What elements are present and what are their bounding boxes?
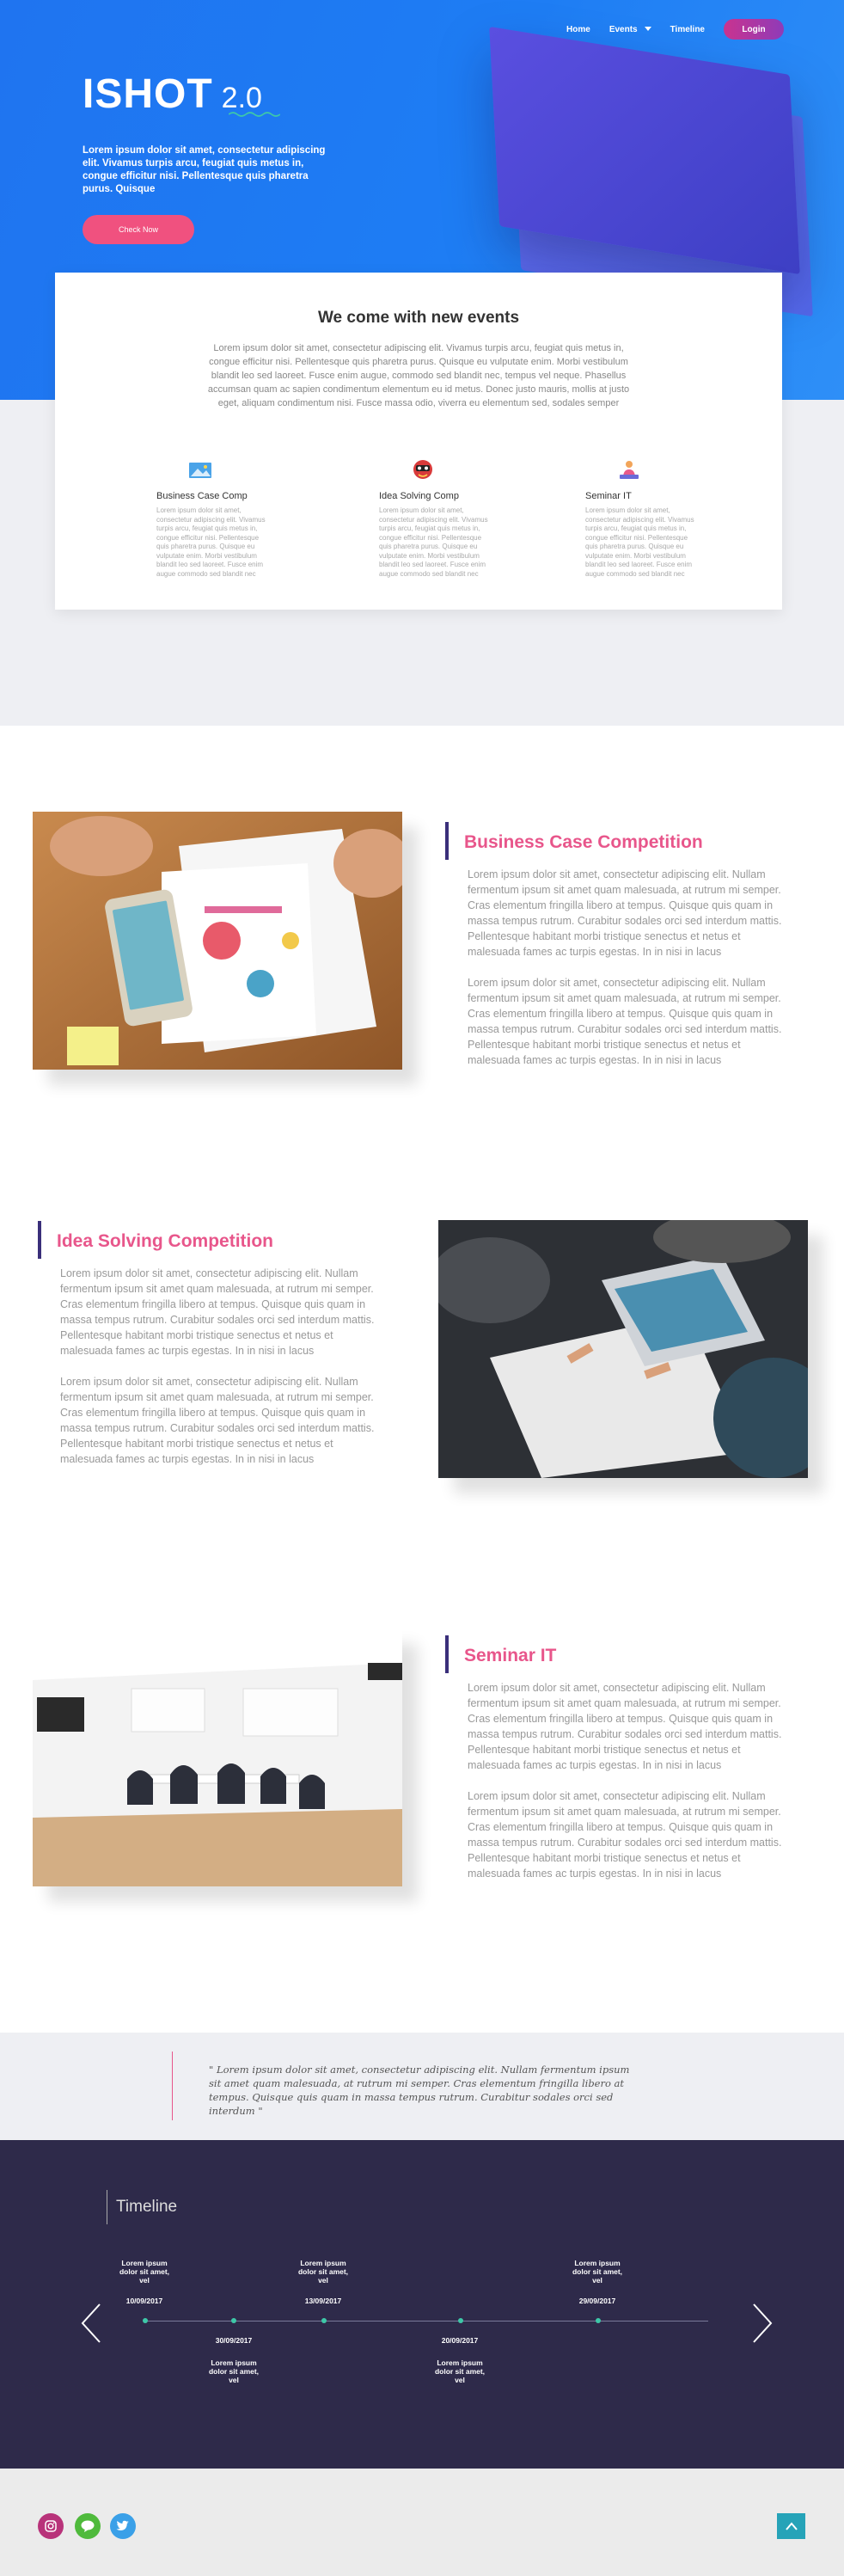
article-paragraph: Lorem ipsum dolor sit amet, consectetur … xyxy=(468,1682,782,1771)
chevron-left-icon[interactable] xyxy=(76,2301,110,2346)
site-logo[interactable]: ISHOT 2.0 xyxy=(83,71,280,118)
team-working-laptop-image xyxy=(438,1220,808,1478)
events-description: Lorem ipsum dolor sit amet, consectetur … xyxy=(207,343,630,408)
idea-solving-photo xyxy=(438,1220,808,1478)
presenter-icon xyxy=(620,461,639,479)
timeline-event-date: 13/09/2017 xyxy=(304,2297,342,2305)
quote-text: " Lorem ipsum dolor sit amet, consectetu… xyxy=(209,2064,630,2117)
article-paragraph: Lorem ipsum dolor sit amet, consectetur … xyxy=(468,1790,782,1880)
login-button[interactable]: Login xyxy=(724,19,784,40)
feature-description: Lorem ipsum dolor sit amet, consectetur … xyxy=(156,506,266,578)
twitter-icon[interactable] xyxy=(110,2513,136,2539)
article-paragraph: Lorem ipsum dolor sit amet, consectetur … xyxy=(468,977,782,1066)
article-title: Idea Solving Competition xyxy=(57,1231,274,1251)
title-accent-bar xyxy=(445,822,449,860)
instagram-glyph xyxy=(45,2520,57,2532)
feature-business-case[interactable]: Business Case Comp Lorem ipsum dolor sit… xyxy=(156,457,268,579)
line-chat-icon[interactable] xyxy=(75,2513,101,2539)
business-case-article: Business Case Competition Lorem ipsum do… xyxy=(445,822,789,1068)
articles-section: Business Case Competition Lorem ipsum do… xyxy=(0,726,844,2033)
nav-timeline-link[interactable]: Timeline xyxy=(670,25,705,34)
feature-title: Seminar IT xyxy=(585,491,632,501)
timeline-event-date: 29/09/2017 xyxy=(578,2297,616,2305)
article-paragraph: Lorem ipsum dolor sit amet, consectetur … xyxy=(468,868,782,958)
seminar-photo xyxy=(33,1628,402,1886)
timeline-dot[interactable] xyxy=(231,2318,236,2323)
chevron-right-icon[interactable] xyxy=(743,2301,778,2346)
timeline-dot[interactable] xyxy=(321,2318,327,2323)
business-case-photo xyxy=(33,812,402,1070)
bird-glyph xyxy=(116,2520,129,2530)
title-accent-bar xyxy=(38,1221,41,1259)
timeline-event-label: Lorem ipsum dolor sit amet, vel xyxy=(572,2259,623,2285)
timeline-title: Timeline xyxy=(107,2190,177,2224)
nav-home-link[interactable]: Home xyxy=(566,25,590,34)
timeline-event-label: Lorem ipsum dolor sit amet, vel xyxy=(119,2259,170,2285)
timeline-event-label: Lorem ipsum dolor sit amet, vel xyxy=(208,2358,260,2384)
timeline-dot[interactable] xyxy=(458,2318,463,2323)
events-title: We come with new events xyxy=(317,309,520,327)
chevron-down-icon xyxy=(644,27,651,32)
seminar-article: Seminar IT Lorem ipsum dolor sit amet, c… xyxy=(445,1635,789,1881)
meeting-room-chairs-image xyxy=(33,1628,402,1886)
logo-main-text: ISHOT xyxy=(83,71,213,117)
feature-description: Lorem ipsum dolor sit amet, consectetur … xyxy=(379,506,488,578)
quote-section: " Lorem ipsum dolor sit amet, consectetu… xyxy=(0,2033,844,2140)
top-nav: Home Events Timeline Login xyxy=(566,19,784,40)
feature-idea-solving[interactable]: Idea Solving Comp Lorem ipsum dolor sit … xyxy=(379,457,491,579)
footer xyxy=(0,2469,844,2576)
mask-icon xyxy=(413,460,432,479)
article-title: Seminar IT xyxy=(464,1646,557,1665)
article-title: Business Case Competition xyxy=(464,832,703,852)
instagram-icon[interactable] xyxy=(38,2513,64,2539)
feature-title: Business Case Comp xyxy=(156,491,248,501)
timeline-event-label: Lorem ipsum dolor sit amet, vel xyxy=(434,2358,486,2384)
events-card: We come with new events Lorem ipsum dolo… xyxy=(55,273,782,610)
logo-squiggle-icon xyxy=(229,112,280,117)
feature-title: Idea Solving Comp xyxy=(379,491,459,501)
back-to-top-button[interactable] xyxy=(777,2513,805,2539)
check-now-button[interactable]: Check Now xyxy=(83,215,194,244)
timeline-event-date: 10/09/2017 xyxy=(125,2297,163,2305)
timeline-event-label: Lorem ipsum dolor sit amet, vel xyxy=(297,2259,349,2285)
chat-bubble-glyph xyxy=(81,2520,95,2532)
chevron-up-icon xyxy=(785,2522,798,2530)
idea-solving-article: Idea Solving Competition Lorem ipsum dol… xyxy=(38,1221,382,1467)
desk-with-phone-and-charts-image xyxy=(33,812,402,1070)
nav-events-link[interactable]: Events xyxy=(609,25,651,34)
nav-events-label: Events xyxy=(609,24,638,34)
article-paragraph: Lorem ipsum dolor sit amet, consectetur … xyxy=(60,1376,375,1465)
timeline-dot[interactable] xyxy=(596,2318,601,2323)
title-accent-bar xyxy=(445,1635,449,1673)
timeline-event-date: 30/09/2017 xyxy=(215,2336,253,2345)
quote-accent-line xyxy=(172,2052,173,2120)
logo-version-text: 2.0 xyxy=(221,82,262,114)
hero-tagline: Lorem ipsum dolor sit amet, consectetur … xyxy=(83,145,326,194)
landscape-image-icon xyxy=(189,463,211,478)
feature-seminar-it[interactable]: Seminar IT Lorem ipsum dolor sit amet, c… xyxy=(585,457,697,579)
feature-description: Lorem ipsum dolor sit amet, consectetur … xyxy=(585,506,694,578)
timeline-section: Timeline Lorem ipsum dolor sit amet, vel… xyxy=(0,2140,844,2469)
timeline-event-date: 20/09/2017 xyxy=(441,2336,479,2345)
article-paragraph: Lorem ipsum dolor sit amet, consectetur … xyxy=(60,1267,375,1357)
timeline-dot[interactable] xyxy=(143,2318,148,2323)
